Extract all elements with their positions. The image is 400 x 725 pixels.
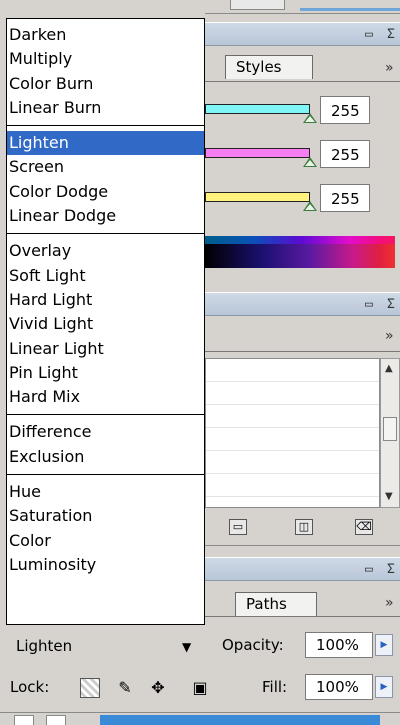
tab-paths[interactable]: Paths bbox=[235, 592, 317, 616]
layer-visibility-box[interactable] bbox=[14, 715, 34, 725]
blend-mode-menu[interactable]: Darken Multiply Color Burn Linear Burn L… bbox=[6, 18, 205, 625]
menu-separator bbox=[7, 414, 204, 416]
lock-all-icon[interactable]: ▣ bbox=[190, 678, 210, 698]
value-field-1[interactable]: 255 bbox=[320, 96, 370, 124]
menu-item-exclusion[interactable]: Exclusion bbox=[7, 445, 204, 469]
list-item[interactable] bbox=[206, 405, 379, 428]
list-item[interactable] bbox=[206, 359, 379, 382]
menu-item-hue[interactable]: Hue bbox=[7, 480, 204, 504]
menu-item-vivid-light[interactable]: Vivid Light bbox=[7, 312, 204, 336]
close-icon[interactable]: Σ bbox=[387, 27, 395, 42]
menu-item-screen[interactable]: Screen bbox=[7, 155, 204, 179]
menu-item-linear-dodge[interactable]: Linear Dodge bbox=[7, 204, 204, 228]
tab-paths-label: Paths bbox=[246, 595, 287, 613]
trash-icon[interactable]: ⌫ bbox=[355, 519, 373, 535]
menu-item-hard-mix[interactable]: Hard Mix bbox=[7, 385, 204, 409]
history-scrollbar[interactable]: ▲ ▼ bbox=[380, 358, 400, 508]
history-list[interactable] bbox=[205, 358, 380, 508]
slider-bar-3[interactable] bbox=[205, 192, 310, 202]
color-spectrum-bar[interactable] bbox=[205, 236, 395, 268]
close-icon[interactable]: Σ bbox=[387, 562, 395, 577]
menu-item-color[interactable]: Color bbox=[7, 529, 204, 553]
dropdown-arrow-icon[interactable]: ▼ bbox=[182, 640, 191, 654]
blend-mode-select[interactable]: Lighten ▼ bbox=[10, 632, 205, 660]
panel-menu-icon[interactable]: » bbox=[385, 595, 394, 611]
menu-item-pin-light[interactable]: Pin Light bbox=[7, 361, 204, 385]
menu-item-color-dodge[interactable]: Color Dodge bbox=[7, 180, 204, 204]
menu-item-linear-burn[interactable]: Linear Burn bbox=[7, 96, 204, 120]
value-field-3[interactable]: 255 bbox=[320, 184, 370, 212]
panel-menu-icon[interactable]: » bbox=[385, 328, 394, 344]
menu-item-luminosity[interactable]: Luminosity bbox=[7, 553, 204, 577]
menu-item-color-burn[interactable]: Color Burn bbox=[7, 72, 204, 96]
list-item[interactable] bbox=[206, 382, 379, 405]
tab-fragment bbox=[230, 0, 285, 10]
color-panel-titlebar: ▭ Σ bbox=[205, 22, 400, 46]
list-item[interactable] bbox=[206, 451, 379, 474]
blend-mode-value: Lighten bbox=[16, 637, 73, 655]
tab-styles-label: Styles bbox=[236, 58, 282, 76]
tab-styles[interactable]: Styles bbox=[225, 55, 313, 79]
selection-line bbox=[300, 8, 400, 11]
minimize-icon[interactable]: ▭ bbox=[365, 297, 373, 312]
folder-icon[interactable]: ▭ bbox=[229, 519, 247, 535]
slider-thumb-inner bbox=[305, 204, 315, 210]
layers-lock-row: Lock: ✎ ✥ ▣ Fill: 100% ▶ bbox=[0, 670, 400, 704]
menu-item-soft-light[interactable]: Soft Light bbox=[7, 264, 204, 288]
slider-row-1: 255 bbox=[205, 96, 400, 136]
menu-item-linear-light[interactable]: Linear Light bbox=[7, 337, 204, 361]
slider-bar-1[interactable] bbox=[205, 104, 310, 114]
slider-thumb-inner bbox=[305, 160, 315, 166]
opacity-slider-arrow-icon[interactable]: ▶ bbox=[375, 634, 393, 656]
new-layer-icon[interactable]: ◫ bbox=[295, 519, 313, 535]
menu-separator bbox=[7, 233, 204, 235]
selected-layer-row[interactable] bbox=[100, 715, 380, 725]
close-icon[interactable]: Σ bbox=[387, 297, 395, 312]
list-item[interactable] bbox=[206, 474, 379, 497]
list-item[interactable] bbox=[206, 428, 379, 451]
history-panel-titlebar: ▭ Σ bbox=[205, 292, 400, 316]
lock-label: Lock: bbox=[10, 678, 50, 696]
menu-item-saturation[interactable]: Saturation bbox=[7, 504, 204, 528]
color-panel-tabs: Styles » bbox=[205, 48, 400, 82]
scroll-up-icon[interactable]: ▲ bbox=[385, 363, 393, 374]
menu-separator bbox=[7, 125, 204, 127]
slider-thumb-inner bbox=[305, 116, 315, 122]
minimize-icon[interactable]: ▭ bbox=[365, 27, 373, 42]
menu-separator bbox=[7, 474, 204, 476]
fill-input[interactable]: 100% bbox=[305, 674, 373, 700]
menu-item-lighten[interactable]: Lighten bbox=[7, 131, 204, 156]
menu-item-overlay[interactable]: Overlay bbox=[7, 239, 204, 263]
opacity-label: Opacity: bbox=[222, 636, 284, 654]
slider-row-3: 255 bbox=[205, 184, 400, 224]
history-panel-tabs: » bbox=[205, 318, 400, 352]
menu-item-darken[interactable]: Darken bbox=[7, 23, 204, 47]
fill-slider-arrow-icon[interactable]: ▶ bbox=[375, 676, 393, 698]
slider-row-2: 255 bbox=[205, 140, 400, 180]
scroll-down-icon[interactable]: ▼ bbox=[385, 491, 393, 502]
scroll-thumb[interactable] bbox=[383, 417, 397, 441]
menu-item-difference[interactable]: Difference bbox=[7, 420, 204, 444]
layer-list-top bbox=[0, 712, 400, 725]
layers-panel-titlebar: ▭ Σ bbox=[205, 557, 400, 581]
lock-position-icon[interactable]: ✥ bbox=[148, 678, 168, 698]
lock-transparency-icon[interactable] bbox=[80, 678, 100, 698]
menu-item-multiply[interactable]: Multiply bbox=[7, 47, 204, 71]
layer-link-box[interactable] bbox=[46, 715, 66, 725]
value-field-2[interactable]: 255 bbox=[320, 140, 370, 168]
history-action-bar: ▭ ◫ ⌫ bbox=[205, 512, 400, 546]
lock-image-icon[interactable]: ✎ bbox=[115, 678, 135, 698]
minimize-icon[interactable]: ▭ bbox=[365, 562, 373, 577]
top-panel-strip bbox=[205, 0, 400, 14]
fill-label: Fill: bbox=[262, 678, 288, 696]
panel-menu-icon[interactable]: » bbox=[385, 60, 394, 76]
layers-panel-tabs: Paths » bbox=[205, 583, 400, 617]
opacity-input[interactable]: 100% bbox=[305, 632, 373, 658]
layers-blend-row: Lighten ▼ Opacity: 100% ▶ bbox=[0, 630, 400, 660]
slider-bar-2[interactable] bbox=[205, 148, 310, 158]
menu-item-hard-light[interactable]: Hard Light bbox=[7, 288, 204, 312]
